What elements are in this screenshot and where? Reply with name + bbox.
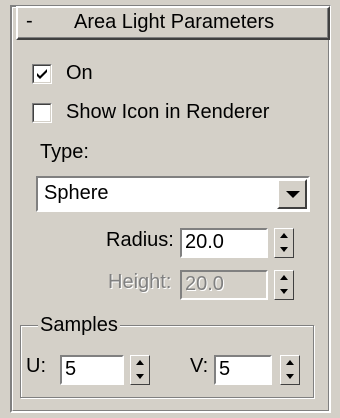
show-icon-label[interactable]: Show Icon in Renderer [66, 101, 269, 124]
on-label[interactable]: On [66, 62, 93, 85]
rollout-title: Area Light Parameters [74, 11, 275, 33]
u-spinner[interactable] [130, 355, 150, 385]
radius-label: Radius: [106, 229, 174, 251]
chevron-down-icon [286, 191, 300, 198]
type-dropdown[interactable]: Sphere [36, 176, 310, 212]
spinner-down-icon[interactable] [281, 370, 299, 384]
radius-value: 20.0 [185, 231, 224, 253]
u-value: 5 [65, 358, 77, 380]
rollout-title-bar[interactable]: - Area Light Parameters [16, 6, 330, 40]
spinner-up-icon [275, 271, 293, 285]
type-selected-value: Sphere [44, 182, 109, 204]
u-input[interactable]: 5 [60, 355, 124, 385]
v-value: 5 [219, 358, 231, 380]
spinner-down-icon[interactable] [275, 243, 293, 257]
spinner-up-icon[interactable] [131, 356, 149, 370]
type-label: Type: [40, 141, 89, 163]
on-checkbox[interactable] [32, 64, 52, 84]
height-input: 20.0 [180, 270, 268, 300]
spinner-down-icon [275, 285, 293, 299]
checkmark-icon [37, 69, 47, 79]
v-label: V: [190, 355, 209, 377]
dropdown-button[interactable] [277, 179, 307, 209]
u-label: U: [26, 355, 46, 377]
collapse-icon[interactable]: - [26, 10, 33, 33]
spinner-up-icon[interactable] [281, 356, 299, 370]
spinner-down-icon[interactable] [131, 370, 149, 384]
spinner-up-icon[interactable] [275, 229, 293, 243]
height-spinner [274, 270, 294, 300]
height-label: Height: [108, 271, 172, 293]
v-input[interactable]: 5 [214, 355, 272, 385]
show-icon-checkbox[interactable] [32, 103, 52, 123]
radius-spinner[interactable] [274, 228, 294, 258]
radius-input[interactable]: 20.0 [180, 228, 268, 258]
samples-group-label: Samples [38, 314, 120, 337]
height-value: 20.0 [185, 273, 224, 295]
v-spinner[interactable] [280, 355, 300, 385]
